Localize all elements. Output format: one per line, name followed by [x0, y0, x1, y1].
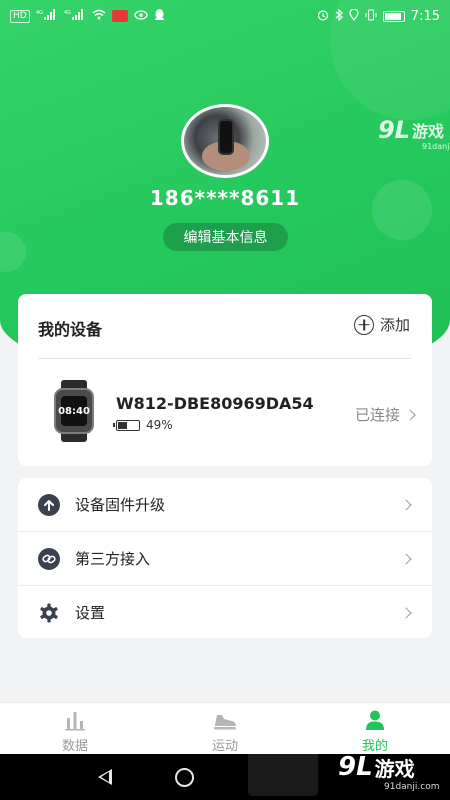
chevron-right-icon	[404, 408, 416, 421]
battery-percent: 49%	[146, 418, 173, 432]
decor-bubble	[0, 232, 26, 272]
status-left: HD 4G 4G	[10, 8, 165, 24]
phone-number: 186****8611	[149, 186, 301, 210]
tab-label: 数据	[61, 739, 88, 754]
menu-item-third-party[interactable]: 第三方接入	[18, 532, 432, 585]
shoe-icon	[150, 709, 300, 731]
home-icon[interactable]	[175, 768, 194, 787]
watermark-text: 游戏	[374, 756, 415, 781]
network-4g-label: 4G	[64, 10, 71, 16]
wifi-icon	[92, 9, 106, 23]
tab-data[interactable]: 数据	[0, 709, 150, 754]
edit-profile-button[interactable]: 编辑基本信息	[163, 223, 288, 251]
watch-face: 08:40	[54, 388, 94, 434]
bar-chart-icon	[0, 709, 150, 731]
watermark-top: 9L 游戏 91danji.com	[377, 116, 450, 151]
vibrate-icon	[365, 8, 377, 24]
battery-icon	[382, 10, 405, 22]
upload-icon	[38, 493, 60, 516]
menu-item-label: 设备固件升级	[75, 496, 166, 514]
bottom-nav: 数据 运动 我的	[0, 702, 450, 754]
watermark-number: 9L	[377, 116, 410, 144]
add-device-label: 添加	[379, 316, 410, 334]
device-status[interactable]: 已连接	[354, 404, 416, 425]
location-icon	[349, 7, 359, 24]
device-section-title: 我的设备	[38, 320, 103, 339]
watch-image[interactable]: 08:40	[52, 380, 96, 442]
signal-icon: 4G	[36, 9, 58, 23]
qq-icon	[154, 8, 165, 24]
link-icon	[38, 547, 60, 570]
bluetooth-icon	[335, 8, 343, 24]
status-right: 7:15	[317, 7, 440, 24]
watch-screen-time: 08:40	[58, 396, 90, 426]
person-icon	[300, 709, 450, 731]
chevron-right-icon	[400, 552, 412, 565]
chevron-right-icon	[400, 606, 412, 619]
battery-icon	[113, 419, 140, 431]
alarm-icon	[317, 9, 329, 24]
back-icon[interactable]	[98, 769, 112, 785]
avatar[interactable]	[181, 104, 269, 178]
add-device-button[interactable]: 添加	[353, 314, 410, 335]
eye-icon	[134, 9, 148, 23]
watermark-number: 9L	[338, 752, 373, 782]
watermark-text: 游戏	[411, 122, 444, 141]
connection-status-label: 已连接	[354, 406, 400, 424]
plus-icon	[353, 314, 374, 335]
gear-icon	[38, 602, 60, 624]
watermark-badge	[248, 748, 318, 796]
hd-badge: HD	[10, 9, 30, 23]
network-4g-label: 4G	[36, 10, 43, 16]
menu-item-label: 设置	[75, 604, 106, 622]
tab-mine[interactable]: 我的	[300, 709, 450, 754]
app-notification-icon	[111, 10, 128, 22]
watermark-site: 91danji.com	[384, 782, 440, 792]
signal-icon: 4G	[64, 9, 86, 23]
watermark-site: 91danji.com	[421, 142, 450, 151]
device-battery: 49%	[113, 418, 173, 432]
device-name[interactable]: W812-DBE80969DA54	[116, 394, 314, 413]
watermark-bottom: 9L 游戏 91danji.com	[338, 752, 439, 792]
status-bar: HD 4G 4G 7:15	[0, 0, 450, 32]
avatar-watch	[218, 119, 234, 155]
divider	[38, 358, 412, 359]
clock: 7:15	[410, 8, 440, 24]
chevron-right-icon	[400, 498, 412, 511]
menu-card: 设备固件升级 第三方接入 设置	[18, 478, 432, 638]
battery-fill	[118, 421, 128, 429]
menu-item-settings[interactable]: 设置	[18, 586, 432, 639]
device-card: 我的设备 添加 08:40 W812-DBE80969DA54 49% 已连接	[18, 294, 432, 466]
menu-item-firmware-upgrade[interactable]: 设备固件升级	[18, 478, 432, 531]
menu-item-label: 第三方接入	[75, 550, 151, 568]
